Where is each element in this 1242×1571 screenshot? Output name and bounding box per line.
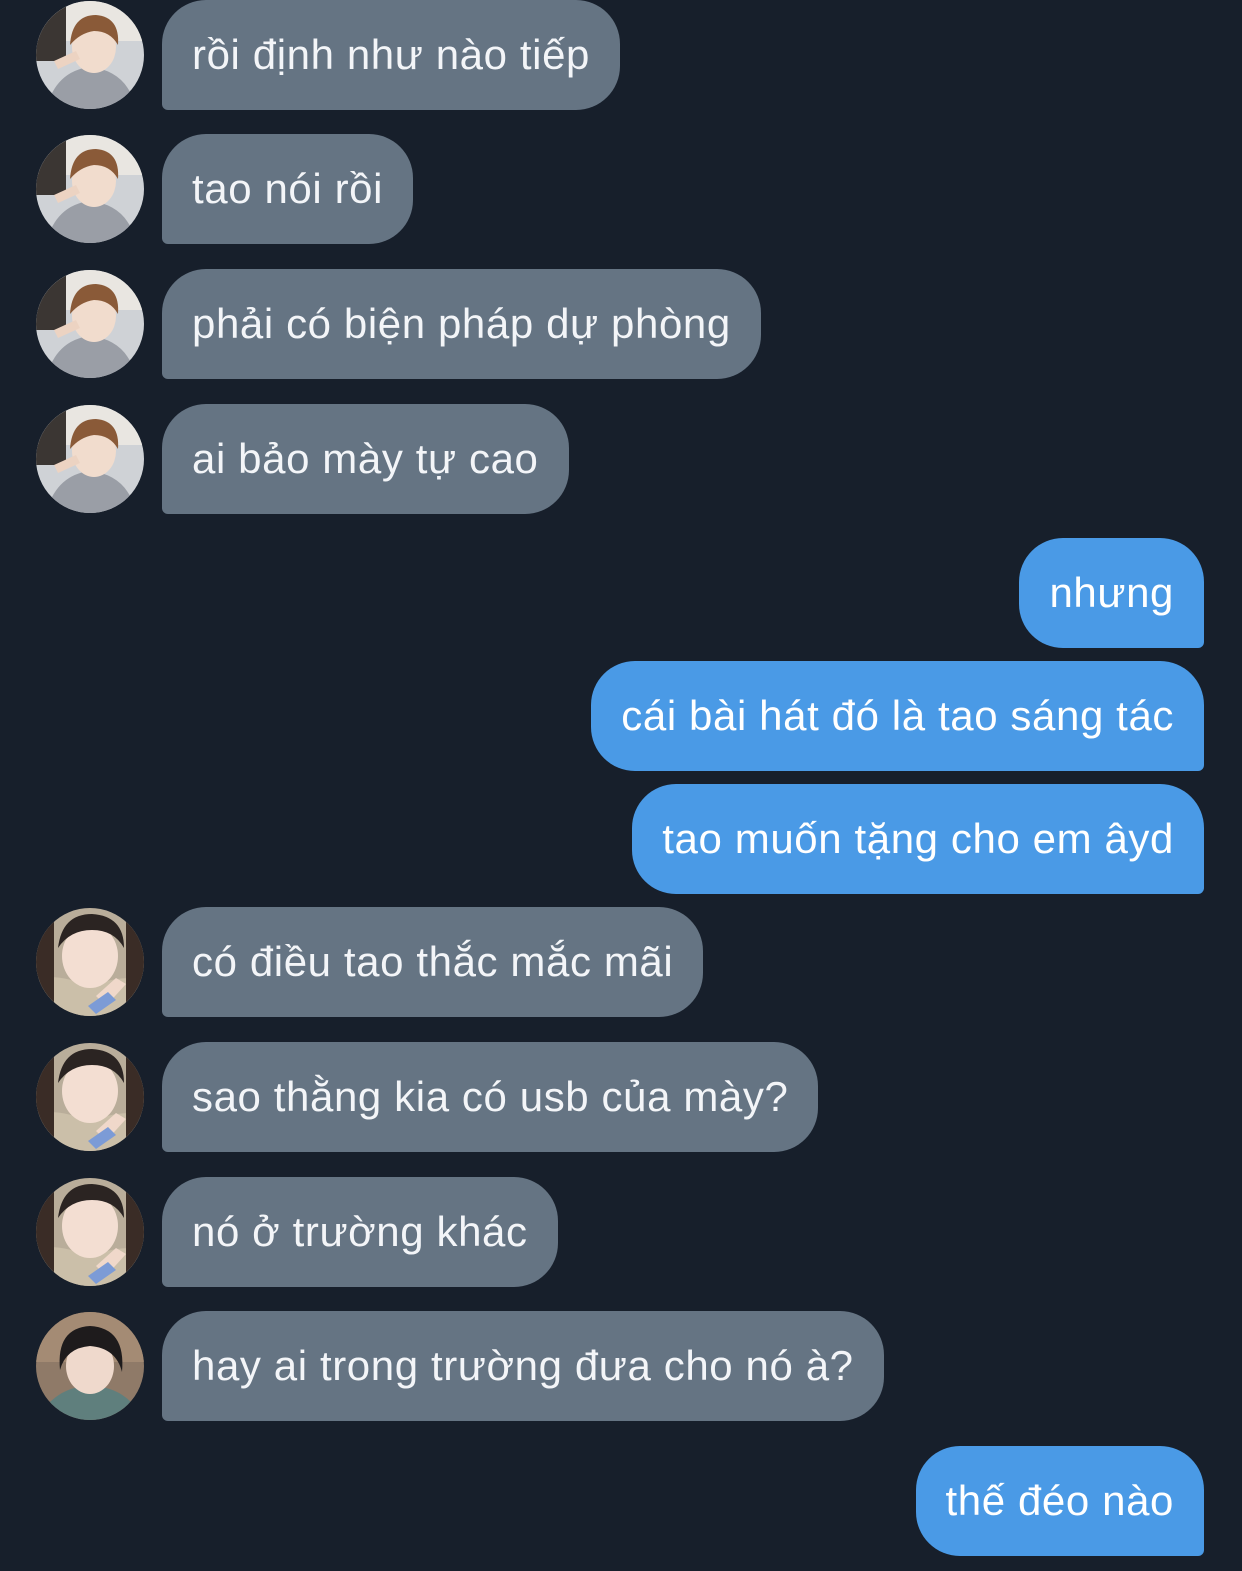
incoming-message-bubble[interactable]: tao nói rồi bbox=[162, 134, 414, 244]
incoming-message-bubble[interactable]: ai bảo mày tự cao bbox=[162, 404, 569, 514]
outgoing-message-bubble[interactable]: thế đéo nào bbox=[915, 1446, 1204, 1556]
outgoing-message-bubble[interactable]: nhưng bbox=[1019, 538, 1204, 648]
incoming-message-bubble[interactable]: rồi định như nào tiếp bbox=[162, 0, 620, 110]
avatar[interactable] bbox=[36, 1, 144, 109]
avatar[interactable] bbox=[36, 135, 144, 243]
avatar-image bbox=[36, 1043, 144, 1151]
incoming-message-bubble[interactable]: sao thằng kia có usb của mày? bbox=[162, 1042, 819, 1152]
message-row: hay ai trong trường đưa cho nó à? bbox=[0, 1311, 1242, 1421]
outgoing-message-bubble[interactable]: cái bài hát đó là tao sáng tác bbox=[591, 661, 1204, 771]
avatar-image bbox=[36, 1, 144, 109]
message-row: phải có biện pháp dự phòng bbox=[0, 269, 1242, 379]
avatar-image bbox=[36, 908, 144, 1016]
outgoing-message-bubble[interactable]: tao muốn tặng cho em âyd bbox=[632, 784, 1204, 894]
incoming-message-bubble[interactable]: phải có biện pháp dự phòng bbox=[162, 269, 761, 379]
message-row: ai bảo mày tự cao bbox=[0, 404, 1242, 514]
avatar[interactable] bbox=[36, 1043, 144, 1151]
avatar-image bbox=[36, 270, 144, 378]
message-row: sao thằng kia có usb của mày? bbox=[0, 1042, 1242, 1152]
avatar[interactable] bbox=[36, 1178, 144, 1286]
message-row: thế đéo nào bbox=[0, 1446, 1242, 1556]
avatar[interactable] bbox=[36, 908, 144, 1016]
avatar[interactable] bbox=[36, 405, 144, 513]
avatar-image bbox=[36, 1178, 144, 1286]
message-row: cái bài hát đó là tao sáng tác bbox=[0, 661, 1242, 771]
incoming-message-bubble[interactable]: có điều tao thắc mắc mãi bbox=[162, 907, 704, 1017]
message-row: rồi định như nào tiếp bbox=[0, 0, 1242, 110]
message-row: tao nói rồi bbox=[0, 134, 1242, 244]
avatar-image bbox=[36, 1312, 144, 1420]
avatar[interactable] bbox=[36, 1312, 144, 1420]
incoming-message-bubble[interactable]: hay ai trong trường đưa cho nó à? bbox=[162, 1311, 884, 1421]
message-row: tao muốn tặng cho em âyd bbox=[0, 784, 1242, 894]
avatar-image bbox=[36, 405, 144, 513]
message-row: nó ở trường khác bbox=[0, 1177, 1242, 1287]
chat-thread[interactable]: rồi định như nào tiếp tao nói rồi phải c… bbox=[0, 0, 1242, 1571]
message-row: có điều tao thắc mắc mãi bbox=[0, 907, 1242, 1017]
avatar-image bbox=[36, 135, 144, 243]
incoming-message-bubble[interactable]: nó ở trường khác bbox=[162, 1177, 558, 1287]
message-row: nhưng bbox=[0, 538, 1242, 648]
avatar[interactable] bbox=[36, 270, 144, 378]
